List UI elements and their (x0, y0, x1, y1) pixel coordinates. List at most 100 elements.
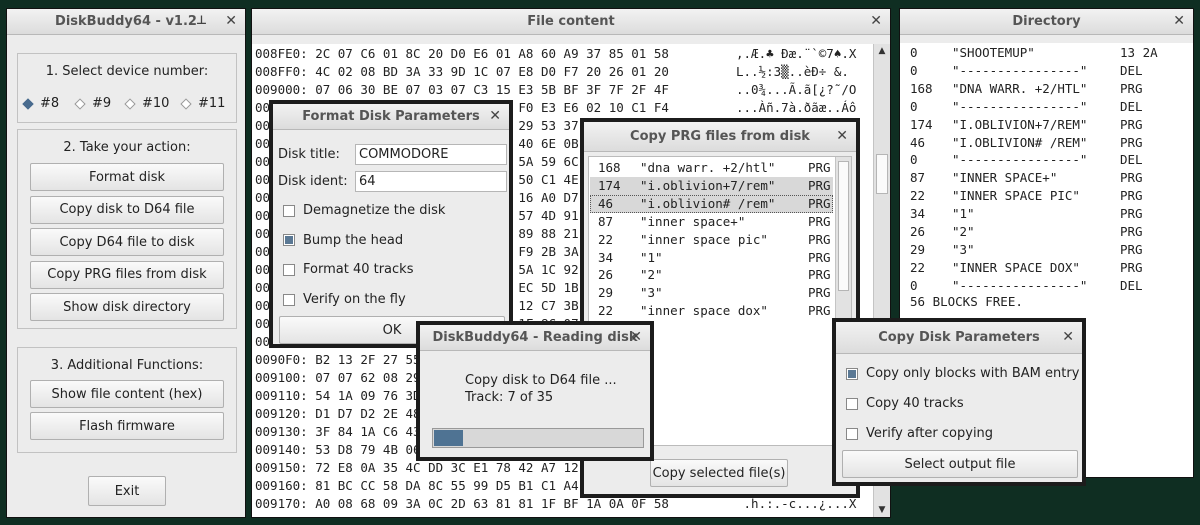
verify-after-copy-checkbox[interactable]: Verify after copying (846, 426, 993, 441)
dir-type: PRG (1120, 116, 1143, 132)
device-radio-0[interactable]: #8 (22, 96, 59, 111)
prg-file-row[interactable]: 29 "3" PRG (590, 284, 833, 302)
copy-disk-to-d64-button[interactable]: Copy disk to D64 file (30, 195, 224, 224)
directory-titlebar[interactable]: Directory ✕ (900, 9, 1193, 35)
device-radio-3[interactable]: #11 (180, 96, 225, 111)
prg-file-row[interactable]: 34 "1" PRG (590, 249, 833, 267)
progress-bar (432, 428, 644, 448)
track-status: Track: 7 of 35 (465, 390, 554, 405)
directory-row: 29 "3" PRG (910, 241, 1185, 259)
prg-file-row[interactable]: 22 "inner space dox" PRG (590, 302, 833, 320)
checkbox-indicator[interactable] (283, 263, 295, 276)
radio-indicator[interactable] (22, 97, 34, 110)
close-icon[interactable]: ✕ (225, 13, 237, 29)
dir-blocks: 0 (910, 152, 918, 168)
dir-blocks: 22 (910, 259, 926, 275)
format-disk-button[interactable]: Format disk (30, 163, 224, 191)
prg-name: "inner space+" (640, 213, 746, 229)
dir-blocks: 34 (910, 206, 926, 222)
device-radio-2[interactable]: #10 (124, 96, 169, 111)
scroll-down-icon[interactable]: ▼ (874, 503, 890, 517)
directory-row: 22 "INNER SPACE DOX" PRG (910, 259, 1185, 277)
radio-indicator[interactable] (180, 97, 192, 110)
dir-type: PRG (1120, 134, 1143, 150)
dir-name: "2" (952, 224, 975, 239)
functions-group-title: 3. Additional Functions: (50, 358, 204, 373)
checkbox-indicator[interactable] (283, 204, 295, 217)
show-file-content-button[interactable]: Show file content (hex) (30, 380, 224, 408)
dir-blocks: 0 (910, 62, 918, 78)
hex-ascii: ,.Æ.♣ Ðæ.¨`©7♠.X (736, 46, 857, 61)
file-content-titlebar[interactable]: File content ✕ (252, 9, 890, 35)
prg-blocks: 46 (598, 195, 614, 211)
reading-dialog-titlebar[interactable]: DiskBuddy64 - Reading disk ✕ (420, 325, 650, 351)
checkbox-indicator[interactable] (846, 367, 858, 380)
hex-ascii: ..0¾...Ã.ã[¿?˜/O (736, 82, 857, 97)
checkbox-indicator[interactable] (283, 234, 295, 247)
select-output-button[interactable]: Select output file (842, 450, 1078, 478)
device-group: 1. Select device number: #8 #9 #10 #11 (17, 53, 237, 123)
prg-name: "inner space pic" (640, 231, 768, 247)
close-icon[interactable]: ✕ (1173, 13, 1185, 29)
radio-indicator[interactable] (74, 97, 86, 110)
format-dialog-titlebar[interactable]: Format Disk Parameters ✕ (273, 104, 509, 130)
prg-file-row[interactable]: 46 "i.oblivion# /rem" PRG (590, 194, 833, 213)
copy-prg-titlebar[interactable]: Copy PRG files from disk ✕ (584, 122, 856, 152)
prg-file-row[interactable]: 87 "inner space+" PRG (590, 213, 833, 231)
dir-blocks: 174 (910, 116, 933, 132)
prg-name: "i.oblivion# /rem" (640, 195, 776, 211)
bam-only-checkbox[interactable]: Copy only blocks with BAM entry (846, 366, 1079, 381)
prg-type: PRG (808, 213, 831, 229)
copy-40-tracks-checkbox[interactable]: Copy 40 tracks (846, 396, 964, 411)
close-icon[interactable]: ✕ (836, 128, 848, 144)
checkbox-indicator[interactable] (283, 293, 295, 306)
close-icon[interactable]: ✕ (870, 13, 882, 29)
demagnetize-checkbox[interactable]: Demagnetize the disk (283, 203, 445, 218)
checkbox-indicator[interactable] (846, 397, 858, 410)
directory-row: 0 "SHOOTEMUP" 13 2A (910, 44, 1185, 62)
scroll-thumb[interactable] (838, 161, 849, 291)
directory-row: 0 "----------------" DEL (910, 151, 1185, 169)
device-radio-1[interactable]: #9 (74, 96, 111, 111)
prg-file-row[interactable]: 22 "inner space pic" PRG (590, 231, 833, 249)
verify-fly-checkbox[interactable]: Verify on the fly (283, 292, 406, 307)
prg-blocks: 22 (598, 231, 614, 247)
prg-name: "1" (640, 249, 663, 265)
directory-row: 26 "2" PRG (910, 223, 1185, 241)
reading-dialog-title: DiskBuddy64 - Reading disk (432, 330, 638, 345)
exit-button[interactable]: Exit (88, 476, 166, 506)
hex-line: 008FF0: 4C 02 08 BD 3A 33 9D 1C 07 E8 D0… (255, 64, 669, 79)
file-content-title: File content (527, 14, 615, 29)
prg-file-row[interactable]: 26 "2" PRG (590, 266, 833, 284)
checkbox-label: Copy only blocks with BAM entry (866, 366, 1080, 381)
scroll-thumb[interactable] (876, 154, 888, 194)
disk-ident-input[interactable]: 64 (355, 171, 507, 192)
prg-file-row[interactable]: 174 "i.oblivion+7/rem" PRG (590, 176, 833, 195)
dir-type: 13 2A (1120, 45, 1158, 60)
copy-d64-to-disk-button[interactable]: Copy D64 file to disk (30, 228, 224, 257)
scroll-up-icon[interactable]: ▲ (874, 44, 890, 58)
close-icon[interactable]: ✕ (630, 329, 642, 345)
copy-prg-files-button[interactable]: Copy PRG files from disk (30, 260, 224, 289)
flash-firmware-button[interactable]: Flash firmware (30, 412, 224, 440)
pin-icon[interactable]: ⊥ (196, 13, 207, 27)
device-group-title: 1. Select device number: (45, 64, 209, 79)
dir-name: "INNER SPACE+" (952, 170, 1058, 186)
checkbox-indicator[interactable] (846, 427, 858, 440)
prg-type: PRG (808, 285, 831, 301)
radio-indicator[interactable] (124, 97, 136, 110)
dir-name: "SHOOTEMUP" (952, 45, 1035, 60)
copy-disk-title: Copy Disk Parameters (878, 330, 1040, 345)
prg-name: "dna warr. +2/htl" (640, 160, 776, 175)
disk-title-input[interactable]: COMMODORE (355, 144, 507, 165)
show-directory-button[interactable]: Show disk directory (30, 293, 224, 322)
dir-type: PRG (1120, 241, 1143, 257)
bump-head-checkbox[interactable]: Bump the head (283, 233, 403, 248)
format-40-tracks-checkbox[interactable]: Format 40 tracks (283, 262, 413, 277)
main-window-titlebar[interactable]: DiskBuddy64 - v1.2 ⊥ ✕ (7, 9, 245, 35)
copy-disk-titlebar[interactable]: Copy Disk Parameters ✕ (836, 322, 1082, 354)
close-icon[interactable]: ✕ (489, 108, 501, 124)
close-icon[interactable]: ✕ (1062, 329, 1074, 345)
copy-selected-button[interactable]: Copy selected file(s) (650, 459, 788, 487)
prg-file-row[interactable]: 168 "dna warr. +2/htl" PRG (590, 159, 833, 177)
